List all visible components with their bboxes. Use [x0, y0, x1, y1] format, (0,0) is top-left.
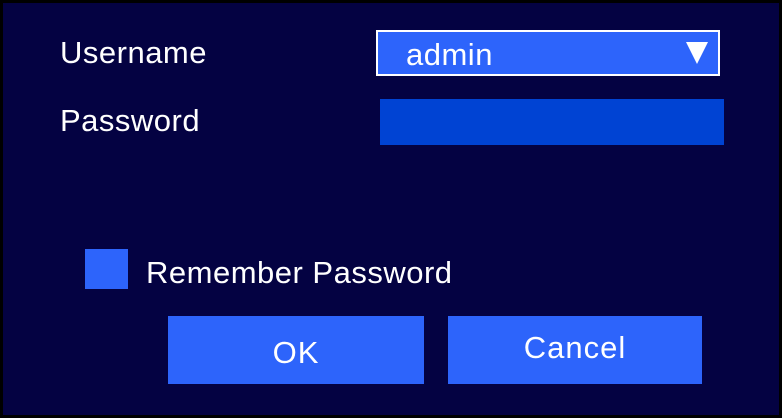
dropdown-arrow-icon[interactable] — [686, 42, 708, 64]
remember-password-checkbox[interactable] — [85, 249, 128, 289]
password-field[interactable] — [380, 99, 724, 145]
password-label: Password — [60, 103, 201, 138]
remember-password-label[interactable]: Remember Password — [146, 257, 453, 288]
username-value: admin — [406, 37, 493, 72]
login-dialog: Username admin Password Remember Passwor… — [0, 0, 782, 418]
username-label: Username — [60, 35, 207, 70]
ok-button[interactable]: OK — [168, 316, 424, 384]
cancel-button[interactable]: Cancel — [448, 316, 702, 384]
username-select[interactable]: admin — [376, 30, 720, 76]
